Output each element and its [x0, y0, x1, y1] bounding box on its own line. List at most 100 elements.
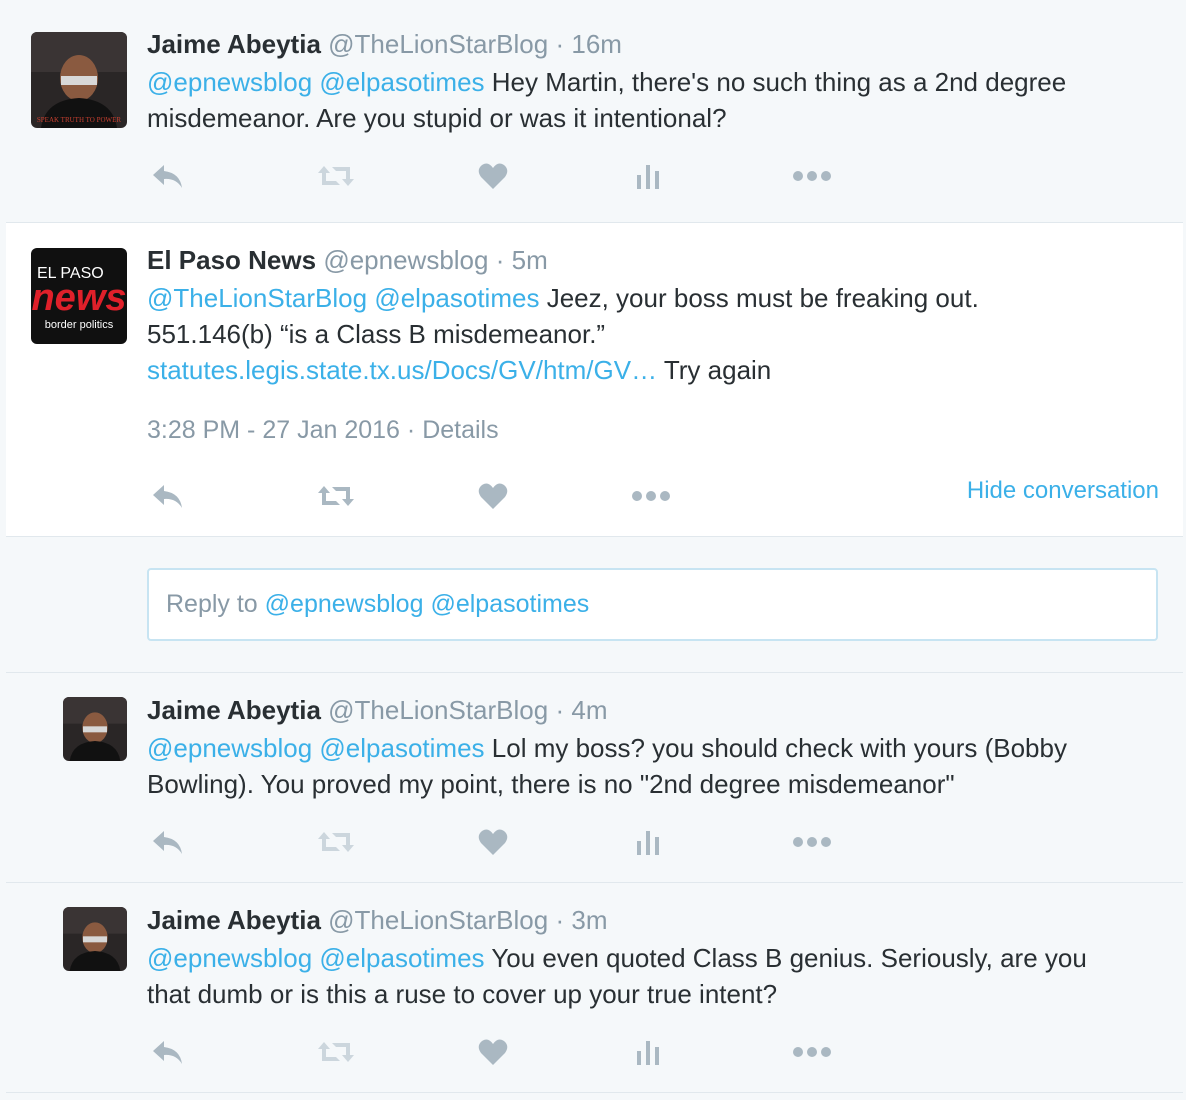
tweet-timestamp: 3:28 PM - 27 Jan 2016 [147, 416, 400, 444]
separator-dot: · [555, 695, 565, 725]
more-button[interactable] [790, 1032, 834, 1072]
reply-button[interactable] [147, 476, 187, 516]
mention-link[interactable]: @epnewsblog [147, 943, 312, 973]
tweet-actions [147, 822, 847, 862]
more-icon [632, 491, 670, 501]
retweet-button[interactable] [312, 822, 360, 862]
details-link[interactable]: Details [422, 416, 498, 444]
mention-link[interactable]: @TheLionStarBlog [147, 283, 367, 313]
separator-dot: · [406, 416, 416, 444]
reply-button[interactable] [147, 156, 187, 196]
statute-link[interactable]: statutes.legis.state.tx.us/Docs/GV/htm/G… [147, 355, 657, 385]
retweet-icon [318, 832, 354, 852]
tweet-reply[interactable]: Jaime Abeytia @TheLionStarBlog · 3m @epn… [6, 883, 1183, 1093]
reply-button[interactable] [147, 1032, 187, 1072]
reply-icon [153, 1041, 182, 1064]
like-icon [478, 1039, 508, 1065]
author-handle[interactable]: @TheLionStarBlog [328, 695, 548, 725]
mention-link[interactable]: @epnewsblog [147, 733, 312, 763]
reply-icon [153, 485, 182, 508]
author-name[interactable]: Jaime Abeytia [147, 905, 321, 935]
like-button[interactable] [473, 156, 513, 196]
more-button[interactable] [790, 822, 834, 862]
tweet-meta: 3:28 PM - 27 Jan 2016 · Details [147, 416, 499, 445]
tweet-text-line2: misdemeanor. Are you stupid or was it in… [147, 103, 727, 133]
tweet-text-line2: 551.146(b) “is a Class B misdemeanor.” [147, 319, 606, 349]
analytics-icon [637, 1041, 659, 1065]
more-button[interactable] [629, 476, 673, 516]
separator-dot: · [555, 29, 565, 59]
like-button[interactable] [473, 476, 513, 516]
separator-dot: · [495, 245, 505, 275]
like-button[interactable] [473, 1032, 513, 1072]
author-handle[interactable]: @TheLionStarBlog [328, 905, 548, 935]
tweet-text: @TheLionStarBlog @elpasotimes Jeez, your… [147, 280, 1157, 388]
mention-link[interactable]: @elpasotimes [374, 283, 539, 313]
mention-link: @epnewsblog [264, 590, 424, 618]
svg-text:news: news [31, 277, 126, 319]
more-icon [793, 1047, 831, 1057]
more-icon [793, 171, 831, 181]
more-icon [793, 837, 831, 847]
reply-button[interactable] [147, 822, 187, 862]
analytics-icon [637, 165, 659, 189]
like-icon [478, 483, 508, 509]
author-name[interactable]: Jaime Abeytia [147, 29, 321, 59]
tweet-text-line2: Bowling). You proved my point, there is … [147, 769, 955, 799]
tweet-header: Jaime Abeytia @TheLionStarBlog · 3m [147, 905, 607, 935]
tweet-header: El Paso News @epnewsblog · 5m [147, 245, 548, 275]
analytics-button[interactable] [628, 822, 668, 862]
tweet-ancestor[interactable]: SPEAK TRUTH TO POWER Jaime Abeytia @TheL… [6, 0, 1183, 223]
mention-link[interactable]: @elpasotimes [319, 943, 484, 973]
analytics-icon [637, 831, 659, 855]
reply-area: Reply to @epnewsblog @elpasotimes [6, 537, 1183, 673]
hide-conversation-link[interactable]: Hide conversation [967, 477, 1159, 505]
author-handle[interactable]: @epnewsblog [323, 245, 488, 275]
retweet-icon [318, 486, 354, 506]
retweet-button[interactable] [312, 156, 360, 196]
tweet-time[interactable]: 4m [571, 695, 607, 725]
svg-text:SPEAK TRUTH TO POWER: SPEAK TRUTH TO POWER [37, 116, 122, 124]
tweet-text-line1: You even quoted Class B genius. Seriousl… [491, 943, 1087, 973]
tweet-header: Jaime Abeytia @TheLionStarBlog · 16m [147, 29, 622, 59]
tweet-actions [147, 476, 847, 516]
retweet-icon [318, 166, 354, 186]
tweet-time[interactable]: 5m [512, 245, 548, 275]
tweet-header: Jaime Abeytia @TheLionStarBlog · 4m [147, 695, 607, 725]
tweet-text-line1: Lol my boss? you should check with yours… [491, 733, 1067, 763]
avatar-jaime[interactable] [63, 697, 127, 761]
like-icon [478, 829, 508, 855]
mention-link: @elpasotimes [430, 590, 590, 618]
tweet-time[interactable]: 16m [571, 29, 622, 59]
mention-link[interactable]: @epnewsblog [147, 67, 312, 97]
tweet-actions [147, 1032, 847, 1072]
author-name[interactable]: El Paso News [147, 245, 316, 275]
like-button[interactable] [473, 822, 513, 862]
like-icon [478, 163, 508, 189]
retweet-icon [318, 1042, 354, 1062]
avatar-el-paso-news[interactable]: EL PASO news border politics [31, 248, 127, 344]
reply-input[interactable]: Reply to @epnewsblog @elpasotimes [147, 568, 1158, 641]
avatar-jaime[interactable] [63, 907, 127, 971]
tweet-actions [147, 156, 847, 196]
svg-text:border politics: border politics [45, 319, 114, 331]
analytics-button[interactable] [628, 1032, 668, 1072]
retweet-button[interactable] [312, 476, 360, 516]
analytics-button[interactable] [628, 156, 668, 196]
retweet-button[interactable] [312, 1032, 360, 1072]
tweet-text: @epnewsblog @elpasotimes You even quoted… [147, 940, 1157, 1012]
avatar-jaime[interactable]: SPEAK TRUTH TO POWER [31, 32, 127, 128]
tweet-time[interactable]: 3m [571, 905, 607, 935]
more-button[interactable] [790, 156, 834, 196]
mention-link[interactable]: @elpasotimes [319, 733, 484, 763]
author-name[interactable]: Jaime Abeytia [147, 695, 321, 725]
tweet-focused[interactable]: EL PASO news border politics El Paso New… [6, 223, 1183, 537]
separator-dot: · [555, 905, 565, 935]
author-handle[interactable]: @TheLionStarBlog [328, 29, 548, 59]
tweet-text: @epnewsblog @elpasotimes Hey Martin, the… [147, 64, 1157, 136]
tweet-text-line2: that dumb or is this a ruse to cover up … [147, 979, 778, 1009]
tweet-reply[interactable]: Jaime Abeytia @TheLionStarBlog · 4m @epn… [6, 673, 1183, 883]
tweet-text-line1: Hey Martin, there's no such thing as a 2… [491, 67, 1067, 97]
mention-link[interactable]: @elpasotimes [319, 67, 484, 97]
tweet-text-line1: Jeez, your boss must be freaking out. [546, 283, 979, 313]
